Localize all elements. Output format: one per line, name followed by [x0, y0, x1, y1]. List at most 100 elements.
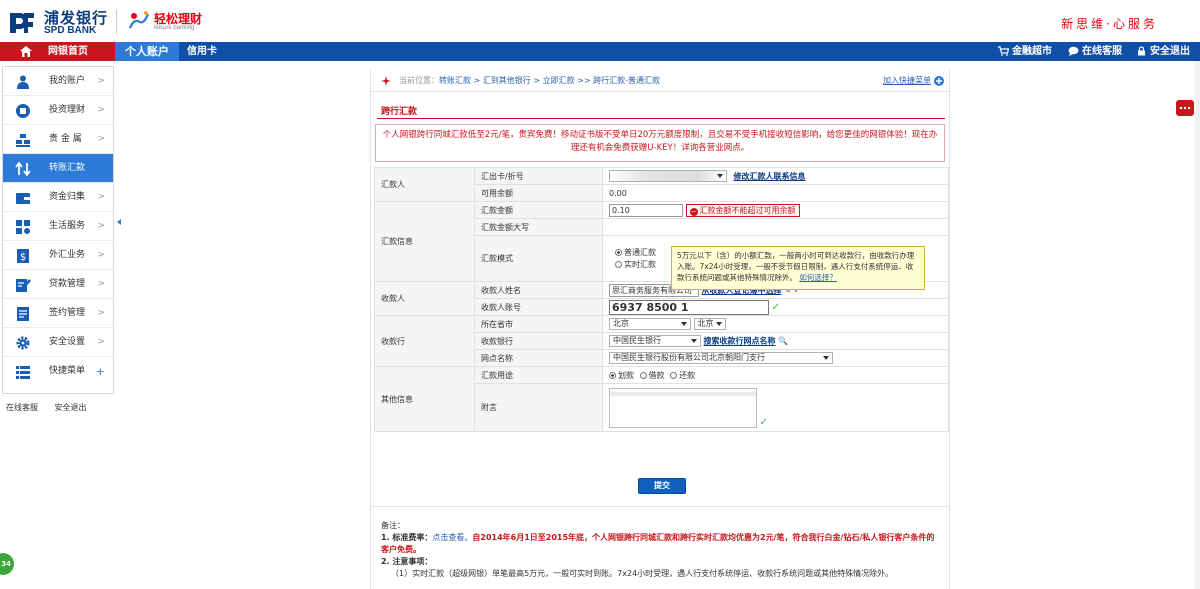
province-select[interactable]: 北京: [609, 318, 691, 330]
tab-credit-card[interactable]: 信用卡: [187, 42, 217, 61]
sidebar-logout[interactable]: 安全退出: [55, 403, 87, 412]
notes: 备注： 1. 标准费率：点击查看。自2014年6月1日至2015年底，个人网银跨…: [381, 520, 941, 580]
loan-icon: [16, 279, 31, 292]
page-scrollbar[interactable]: [1195, 61, 1200, 589]
city-select[interactable]: 北京: [693, 318, 726, 330]
purpose-option-1[interactable]: 划款: [609, 371, 634, 380]
purpose-label: 汇款用途: [474, 366, 603, 384]
card-select[interactable]: [609, 170, 727, 182]
sidebar-item-transfer[interactable]: 转账汇款: [3, 154, 113, 183]
leisure-banking-en: leisure banking: [154, 25, 195, 31]
region-label: 所在省市: [474, 315, 603, 333]
nav-online-service[interactable]: 在线客服: [1068, 42, 1122, 61]
notes-title: 备注：: [381, 521, 405, 530]
radio-unchecked-icon: [670, 371, 678, 379]
group-remitter: 汇款人: [374, 167, 475, 202]
purpose-option-3[interactable]: 还款: [670, 371, 695, 380]
sidebar-online-service[interactable]: 在线客服: [6, 403, 38, 412]
floating-status-ball[interactable]: 34: [0, 553, 14, 575]
main-content: 当前位置：转账汇款 > 汇到其他银行 > 立即汇款 >> 跨行汇款-普通汇款 加…: [370, 70, 950, 589]
message-icon: [1179, 106, 1191, 110]
error-icon: −: [689, 207, 698, 216]
group-payee: 收款人: [374, 281, 475, 316]
amount-upper-value: [602, 218, 949, 236]
branch-select[interactable]: 中国民生银行股份有限公司北京朝阳门支行: [609, 352, 833, 364]
header: 浦发银行 SPD BANK 轻松理财 leisure banking 新思维·心…: [0, 0, 1200, 42]
mode-label: 汇款模式: [474, 235, 603, 282]
contract-icon: [17, 307, 29, 321]
sidebar-item-label: 贵 金 属: [49, 134, 82, 144]
floating-message-button[interactable]: [1176, 100, 1194, 116]
slogan: 新思维·心服务: [1061, 17, 1158, 31]
card-label: 汇出卡/折号: [474, 167, 603, 185]
promo-notice: 个人网银跨行同城汇款低至2元/笔，贵宾免费！移动证书版不受单日20万元额度限制，…: [375, 124, 945, 162]
breadcrumb-prefix: 当前位置：: [399, 76, 439, 85]
radio-unchecked-icon: [615, 260, 622, 268]
add-shortcut-link[interactable]: 加入快捷菜单: [883, 70, 931, 92]
bank-select[interactable]: 中国民生银行: [609, 335, 701, 347]
lock-icon: [1138, 46, 1145, 56]
sidebar-item-investment[interactable]: 投资理财 >: [3, 96, 113, 125]
breadcrumb: 当前位置：转账汇款 > 汇到其他银行 > 立即汇款 >> 跨行汇款-普通汇款 加…: [371, 70, 949, 92]
sidebar-item-label: 快捷菜单: [49, 366, 86, 376]
how-to-choose-link[interactable]: 如何选择？: [799, 273, 837, 282]
sidebar-item-label: 转账汇款: [49, 163, 86, 173]
fee-rate-link[interactable]: 点击查看。: [432, 533, 472, 542]
sidebar-collapse-arrow[interactable]: [117, 219, 121, 225]
sidebar-item-label: 外汇业务: [49, 250, 86, 260]
purpose-option-2[interactable]: 借款: [639, 371, 665, 380]
check-icon: ✓: [771, 301, 780, 313]
payee-name-label: 收款人姓名: [474, 281, 603, 299]
mode-tooltip: 5万元以下（含）的小额汇款，一般两小时可到达收款行，由收款行办理入账。7x24小…: [671, 246, 925, 290]
remark-textarea[interactable]: [609, 387, 757, 428]
chevron-right-icon: >: [97, 192, 105, 202]
sidebar-item-my-account[interactable]: 我的账户 >: [3, 67, 113, 96]
note-item-1: 1. 标准费率：点击查看。自2014年6月1日至2015年底，个人网银跨行同城汇…: [381, 532, 941, 556]
sidebar-item-fund-collection[interactable]: 资金归集 >: [3, 183, 113, 212]
region-cell: 北京 北京: [602, 315, 949, 333]
sidebar-item-label: 资金归集: [49, 192, 86, 202]
tab-personal-account[interactable]: 个人账户: [115, 42, 179, 61]
nav-financial-market[interactable]: 金融超市: [998, 42, 1052, 61]
life-icon: [16, 220, 30, 234]
fund-icon: [16, 193, 30, 204]
branch-cell: 中国民生银行股份有限公司北京朝阳门支行: [602, 349, 949, 367]
notes-divider: [371, 506, 949, 507]
transfer-icon: [15, 161, 31, 177]
sidebar-item-precious-metal[interactable]: 贵 金 属 >: [3, 125, 113, 154]
sidebar-item-contract[interactable]: 签约管理 >: [3, 299, 113, 328]
group-remit-info: 汇款信息: [374, 201, 475, 282]
sidebar-item-forex[interactable]: $ 外汇业务 >: [3, 241, 113, 270]
province-value: 北京: [613, 319, 629, 328]
sidebar-item-security[interactable]: 安全设置 >: [3, 328, 113, 357]
brand-name-en: SPD BANK: [44, 25, 97, 36]
nav-logout[interactable]: 安全退出: [1136, 42, 1190, 61]
add-shortcut-icon: [934, 76, 944, 86]
sidebar-item-loan[interactable]: 贷款管理 >: [3, 270, 113, 299]
balance-label: 可用余额: [474, 184, 603, 202]
breadcrumb-path[interactable]: 转账汇款 > 汇到其他银行 > 立即汇款 >>: [439, 76, 593, 85]
chevron-down-icon: [681, 322, 687, 326]
search-branch-link[interactable]: 搜索收款行网点名称: [704, 337, 776, 346]
section-divider: [377, 118, 945, 119]
nav-service-label: 在线客服: [1082, 46, 1122, 57]
nav-home[interactable]: 网银首页: [0, 42, 115, 61]
sidebar-item-life-service[interactable]: 生活服务 >: [3, 212, 113, 241]
branch-value: 中国民生银行股份有限公司北京朝阳门支行: [613, 353, 765, 362]
modify-remitter-link[interactable]: 修改汇款人联系信息: [734, 172, 806, 181]
sidebar-item-quick-menu[interactable]: 快捷菜单 +: [3, 357, 113, 386]
submit-button[interactable]: 提交: [638, 478, 686, 494]
location-icon: [381, 76, 391, 86]
chevron-down-icon: [717, 174, 723, 178]
radio-checked-icon: [609, 371, 616, 379]
user-icon: [17, 75, 29, 89]
amount-input[interactable]: 0.10: [609, 203, 683, 217]
nav-logout-label: 安全退出: [1150, 46, 1190, 57]
top-navbar: 网银首页 个人账户 信用卡 金融超市 在线客服 安全退出: [0, 42, 1200, 61]
chevron-right-icon: >: [97, 134, 105, 144]
payee-account-input[interactable]: 6937 8500 1: [609, 299, 769, 315]
transfer-form: 汇款人 汇出卡/折号 修改汇款人联系信息 可用余额 0.00 汇款信息 汇款金额…: [374, 167, 949, 432]
bank-value: 中国民生银行: [613, 336, 661, 345]
nav-market-label: 金融超市: [1012, 46, 1052, 57]
search-icon: 🔍: [778, 336, 789, 346]
